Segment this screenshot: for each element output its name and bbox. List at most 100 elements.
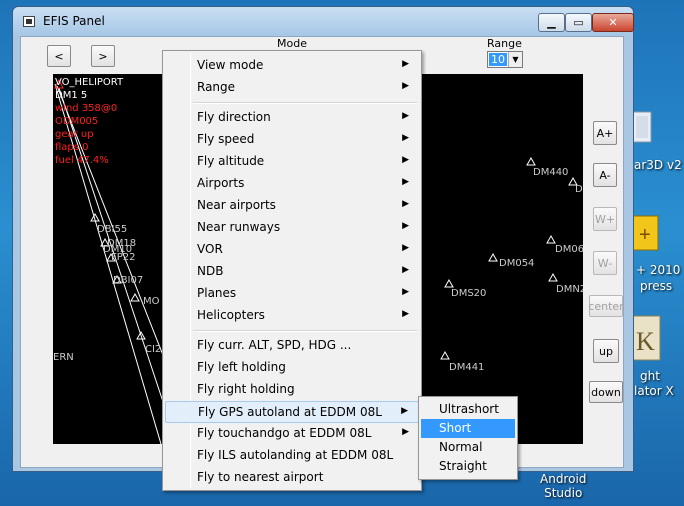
menu-item[interactable]: Planes ▶: [165, 283, 419, 305]
menu-item[interactable]: Near runways ▶: [165, 217, 419, 239]
submenu-item[interactable]: Ultrashort: [421, 400, 515, 419]
menu-item-label: Fly speed: [197, 132, 255, 146]
prev-label: <: [54, 49, 64, 63]
menu-item[interactable]: Range ▶: [165, 77, 419, 99]
next-button[interactable]: >: [91, 45, 115, 67]
waypoint-label: DBI07: [113, 275, 144, 286]
submenu-arrow-icon: ▶: [402, 133, 409, 143]
submenu-arrow-icon: ▶: [401, 406, 408, 416]
submenu-item-label: Short: [439, 421, 472, 435]
waypoint-label: DBI55: [97, 224, 128, 235]
menu-item[interactable]: Fly ILS autolanding at EDDM 08L: [165, 445, 419, 467]
desktop-label-android-studio[interactable]: Android Studio: [540, 472, 586, 500]
context-menu: View mode ▶ Range ▶ Fly direction ▶ Fly speed ▶…: [162, 50, 422, 491]
submenu-arrow-icon: ▶: [402, 199, 409, 209]
a-plus-label: A+: [596, 126, 614, 140]
submenu-arrow-icon: ▶: [402, 81, 409, 91]
desktop-icon-flight-sim[interactable]: K: [630, 314, 662, 362]
close-button[interactable]: ✕: [592, 13, 634, 32]
submenu-item-label: Ultrashort: [439, 402, 499, 416]
menu-separator: [193, 330, 417, 332]
android-studio-text: Android Studio: [540, 472, 587, 500]
close-icon: ✕: [608, 16, 618, 29]
submenu-arrow-icon: ▶: [402, 265, 409, 275]
menu-item[interactable]: VOR ▶: [165, 239, 419, 261]
submenu-arrow-icon: ▶: [402, 155, 409, 165]
submenu-item[interactable]: Short: [421, 419, 515, 438]
menu-item[interactable]: Airports ▶: [165, 173, 419, 195]
waypoint-label: DMS20: [451, 288, 487, 299]
svg-text:K: K: [636, 327, 655, 356]
menu-item[interactable]: Fly altitude ▶: [165, 151, 419, 173]
menu-item[interactable]: View mode ▶: [165, 55, 419, 77]
menu-item-label: Near airports: [197, 198, 276, 212]
menu-item-label: Fly ILS autolanding at EDDM 08L: [197, 448, 394, 462]
title-bar[interactable]: EFIS Panel ▁ ▭ ✕: [13, 7, 634, 35]
center-button[interactable]: center: [588, 295, 624, 317]
desktop-icon-express[interactable]: +: [630, 214, 660, 254]
express-icon: +: [631, 215, 659, 251]
submenu-arrow-icon: ▶: [402, 309, 409, 319]
w-plus-label: W+: [594, 212, 616, 226]
window-title: EFIS Panel: [43, 14, 105, 28]
maximize-button[interactable]: ▭: [565, 13, 592, 32]
menu-item[interactable]: Fly speed ▶: [165, 129, 419, 151]
menu-item-label: VOR: [197, 242, 223, 256]
minimize-icon: ▁: [547, 16, 556, 29]
next-label: >: [98, 49, 108, 63]
minimize-button[interactable]: ▁: [538, 13, 565, 32]
menu-item[interactable]: Fly to nearest airport: [165, 467, 419, 489]
waypoint-label: DM440: [533, 167, 569, 178]
menu-item[interactable]: Helicopters ▶: [165, 305, 419, 327]
w-plus-button[interactable]: W+: [593, 207, 617, 231]
submenu-arrow-icon: ▶: [402, 177, 409, 187]
submenu-arrow-icon: ▶: [402, 287, 409, 297]
w-minus-button[interactable]: W-: [593, 251, 617, 275]
wind-readout: wind 358@0: [55, 103, 118, 114]
submenu-item[interactable]: Straight: [421, 457, 515, 476]
waypoint-label: MO: [143, 296, 160, 307]
menu-item-label: Helicopters: [197, 308, 265, 322]
menu-item-label: Fly touchandgo at EDDM 08L: [197, 426, 372, 440]
menu-separator: [193, 102, 417, 104]
menu-item[interactable]: Fly curr. ALT, SPD, HDG ...: [165, 335, 419, 357]
menu-item[interactable]: NDB ▶: [165, 261, 419, 283]
a-minus-button[interactable]: A-: [593, 163, 617, 187]
waypoint-label: DM054: [499, 258, 535, 269]
submenu-arrow-icon: ▶: [402, 427, 409, 437]
w-minus-label: W-: [597, 256, 613, 270]
menu-item[interactable]: Near airports ▶: [165, 195, 419, 217]
menu-item-label: View mode: [197, 58, 264, 72]
submenu-item-label: Normal: [439, 440, 483, 454]
range-select[interactable]: 10 ▼: [487, 51, 523, 68]
waypoint-label: D: [575, 184, 583, 195]
app-icon: [23, 16, 35, 27]
menu-item[interactable]: Fly GPS autoland at EDDM 08L ▶: [165, 401, 419, 423]
desktop-label-lator: lator X: [634, 384, 674, 398]
submenu-item[interactable]: Normal: [421, 438, 515, 457]
waypoint-label: ERN: [53, 352, 74, 363]
a-plus-button[interactable]: A+: [593, 121, 617, 145]
menu-item[interactable]: Fly left holding: [165, 357, 419, 379]
menu-item-label: Fly direction: [197, 110, 271, 124]
menu-item-label: Fly to nearest airport: [197, 470, 324, 484]
submenu-arrow-icon: ▶: [402, 243, 409, 253]
menu-item[interactable]: Fly touchandgo at EDDM 08L ▶: [165, 423, 419, 445]
submenu-arrow-icon: ▶: [402, 59, 409, 69]
up-button[interactable]: up: [593, 339, 619, 363]
down-button[interactable]: down: [589, 381, 623, 403]
fuel-readout: fuel 47.4%: [55, 155, 109, 166]
waypoint-label: DMN2: [556, 284, 583, 295]
menu-item-label: Fly GPS autoland at EDDM 08L: [198, 405, 382, 419]
desktop-label-ght: ght: [640, 369, 660, 383]
menu-item-label: Near runways: [197, 220, 281, 234]
prev-button[interactable]: <: [47, 45, 71, 67]
menu-item[interactable]: Fly direction ▶: [165, 107, 419, 129]
menu-item-label: NDB: [197, 264, 224, 278]
chevron-down-icon[interactable]: ▼: [508, 52, 522, 67]
dm-label: DM1 5: [55, 90, 88, 101]
menu-item[interactable]: Fly right holding: [165, 379, 419, 401]
center-label: center: [588, 299, 624, 313]
desktop-label-ar3d: ar3D v2: [634, 158, 682, 172]
waypoint-label: DM06: [555, 244, 583, 255]
